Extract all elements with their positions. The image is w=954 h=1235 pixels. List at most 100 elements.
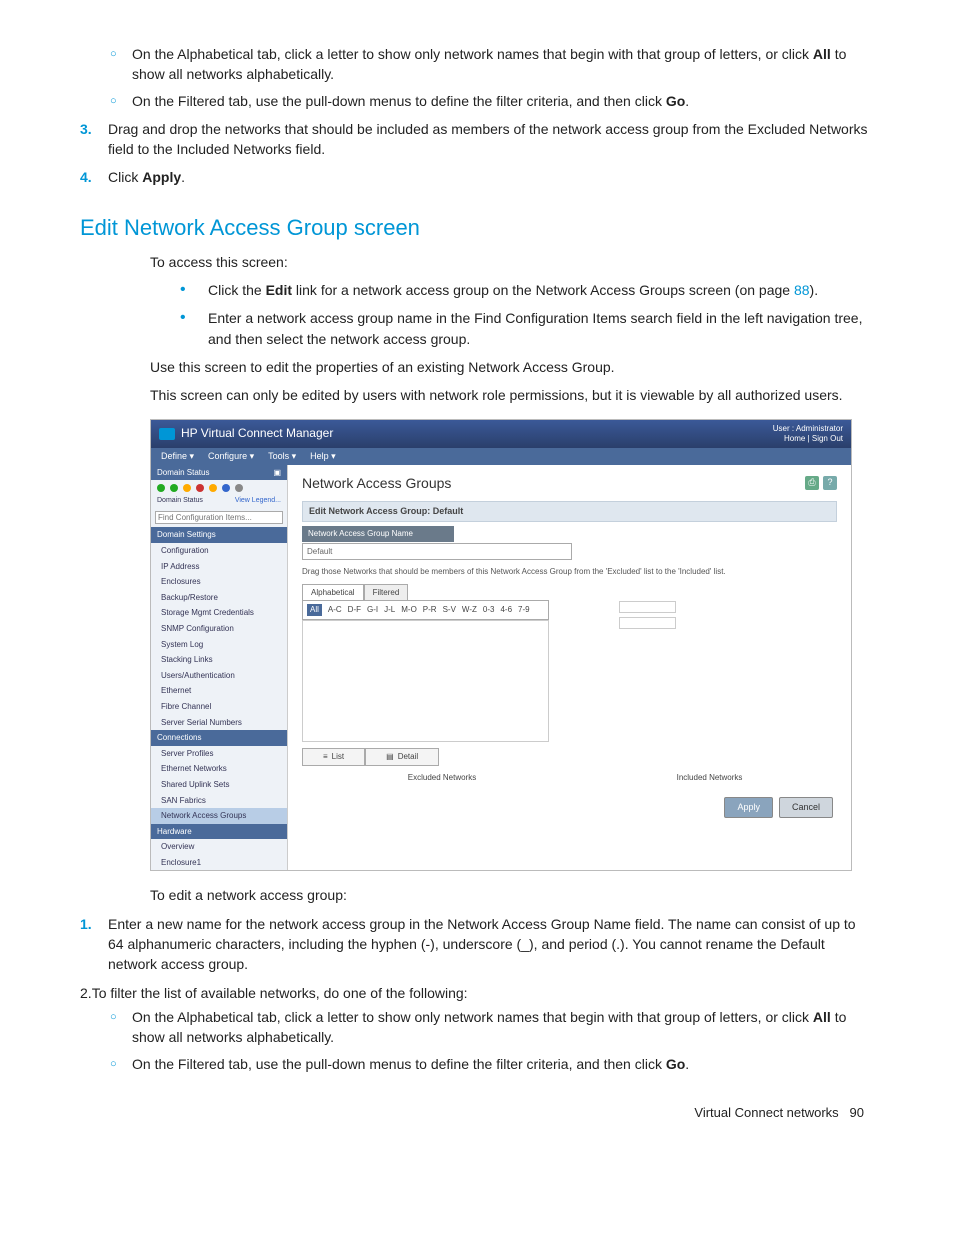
name-input[interactable]: Default [302, 543, 572, 561]
circle-bullet-icon: ○ [110, 44, 132, 85]
nav-san-fabrics[interactable]: SAN Fabrics [151, 793, 287, 809]
nav-enclosure1[interactable]: Enclosure1 [151, 855, 287, 871]
apply-button[interactable]: Apply [724, 797, 773, 818]
view-legend-link[interactable]: View Legend... [235, 496, 281, 506]
alpha-sv[interactable]: S-V [443, 604, 456, 616]
alpha-46[interactable]: 4-6 [500, 604, 512, 616]
status-warn-icon [209, 484, 217, 492]
menu-tools[interactable]: Tools ▾ [268, 450, 296, 463]
continued-steps: ○ On the Alphabetical tab, click a lette… [80, 44, 874, 188]
nav-stacking-links[interactable]: Stacking Links [151, 652, 287, 668]
help-icon[interactable]: ? [823, 476, 837, 490]
nav-section-connections[interactable]: Connections [151, 730, 287, 746]
status-info-icon [222, 484, 230, 492]
dot-bullet-icon: • [180, 308, 208, 349]
main-panel: Network Access Groups ⎙ ? Edit Network A… [288, 465, 851, 871]
alpha-79[interactable]: 7-9 [518, 604, 530, 616]
step-4-text: Click Apply. [108, 167, 874, 187]
collapse-icon[interactable]: ▣ [273, 467, 281, 479]
step-1-text: Enter a new name for the network access … [108, 914, 874, 975]
included-item-placeholder[interactable] [619, 601, 676, 613]
text: Click the [208, 282, 266, 298]
view-detail-button[interactable]: ▤Detail [365, 748, 439, 766]
nav-users-auth[interactable]: Users/Authentication [151, 668, 287, 684]
alpha-wz[interactable]: W-Z [462, 604, 477, 616]
titlebar: HP Virtual Connect Manager User : Admini… [151, 420, 851, 447]
tab-alphabetical[interactable]: Alphabetical [302, 584, 364, 602]
status-unknown-icon [235, 484, 243, 492]
intro-lead: To access this screen: [150, 252, 874, 272]
text: On the Filtered tab, use the pull-down m… [132, 1056, 666, 1072]
substep-alpha: On the Alphabetical tab, click a letter … [132, 44, 874, 85]
text: . [181, 169, 185, 185]
page-footer: Virtual Connect networks 90 [80, 1104, 874, 1123]
tab-filtered[interactable]: Filtered [364, 584, 409, 602]
intro-bullets: • Click the Edit link for a network acce… [180, 280, 874, 349]
find-config-input[interactable] [155, 511, 283, 524]
bold-go: Go [666, 93, 685, 109]
substep-alpha: On the Alphabetical tab, click a letter … [132, 1007, 874, 1048]
bullet-find: Enter a network access group name in the… [208, 308, 874, 349]
main-title: Network Access Groups [302, 473, 451, 493]
bold-all: All [813, 1009, 831, 1025]
nav-ethernet-networks[interactable]: Ethernet Networks [151, 761, 287, 777]
alpha-filter-bar: All A-C D-F G-I J-L M-O P-R S-V W-Z 0-3 … [302, 600, 549, 620]
nav-storage-creds[interactable]: Storage Mgmt Credentials [151, 605, 287, 621]
nav-ip-address[interactable]: IP Address [151, 559, 287, 575]
menu-help[interactable]: Help ▾ [310, 450, 336, 463]
sidebar-domain-status-header: Domain Status ▣ [151, 465, 287, 481]
list-icon: ≡ [323, 751, 328, 763]
header-links[interactable]: Home | Sign Out [773, 434, 843, 444]
alpha-ac[interactable]: A-C [328, 604, 342, 616]
menu-define[interactable]: Define ▾ [161, 450, 194, 463]
excluded-networks-list[interactable] [302, 620, 549, 742]
nav-ethernet[interactable]: Ethernet [151, 683, 287, 699]
bold-all: All [813, 46, 831, 62]
nav-section-domain[interactable]: Domain Settings [151, 527, 287, 543]
step-number-3: 3. [80, 119, 108, 160]
dot-bullet-icon: • [180, 280, 208, 300]
included-item-placeholder[interactable] [619, 617, 676, 629]
nav-server-profiles[interactable]: Server Profiles [151, 746, 287, 762]
substep-filtered: On the Filtered tab, use the pull-down m… [132, 1054, 874, 1074]
text: On the Alphabetical tab, click a letter … [132, 46, 813, 62]
step-2-text: To filter the list of available networks… [92, 983, 468, 1003]
nav-shared-uplink[interactable]: Shared Uplink Sets [151, 777, 287, 793]
alpha-mo[interactable]: M-O [401, 604, 417, 616]
nav-system-log[interactable]: System Log [151, 637, 287, 653]
edit-lead: To edit a network access group: [150, 885, 874, 905]
page-link[interactable]: 88 [794, 282, 810, 298]
nav-server-serials[interactable]: Server Serial Numbers [151, 715, 287, 731]
menu-configure[interactable]: Configure ▾ [208, 450, 254, 463]
user-label: User : Administrator [773, 424, 843, 434]
circle-bullet-icon: ○ [110, 91, 132, 111]
menubar: Define ▾ Configure ▾ Tools ▾ Help ▾ [151, 448, 851, 465]
alpha-all[interactable]: All [307, 604, 322, 616]
bullet-edit-link: Click the Edit link for a network access… [208, 280, 874, 300]
nav-section-hardware[interactable]: Hardware [151, 824, 287, 840]
text: . [685, 93, 689, 109]
print-icon[interactable]: ⎙ [805, 476, 819, 490]
nav-configuration[interactable]: Configuration [151, 543, 287, 559]
app-title: HP Virtual Connect Manager [181, 425, 333, 442]
nav-backup-restore[interactable]: Backup/Restore [151, 590, 287, 606]
alpha-03[interactable]: 0-3 [483, 604, 495, 616]
alpha-jl[interactable]: J-L [384, 604, 395, 616]
text: Click [108, 169, 142, 185]
status-warn-icon [183, 484, 191, 492]
intro-p1: Use this screen to edit the properties o… [150, 357, 874, 377]
nav-network-access-groups[interactable]: Network Access Groups [151, 808, 287, 824]
alpha-pr[interactable]: P-R [423, 604, 437, 616]
alpha-gi[interactable]: G-I [367, 604, 378, 616]
nav-snmp[interactable]: SNMP Configuration [151, 621, 287, 637]
nav-enclosures[interactable]: Enclosures [151, 574, 287, 590]
step-3-text: Drag and drop the networks that should b… [108, 119, 874, 160]
view-list-button[interactable]: ≡List [302, 748, 365, 766]
alpha-df[interactable]: D-F [348, 604, 361, 616]
nav-overview[interactable]: Overview [151, 839, 287, 855]
cancel-button[interactable]: Cancel [779, 797, 833, 818]
nav-fibre-channel[interactable]: Fibre Channel [151, 699, 287, 715]
text: Domain Status [157, 467, 209, 479]
edit-steps: 1. Enter a new name for the network acce… [80, 914, 874, 1074]
text: link for a network access group on the N… [292, 282, 794, 298]
